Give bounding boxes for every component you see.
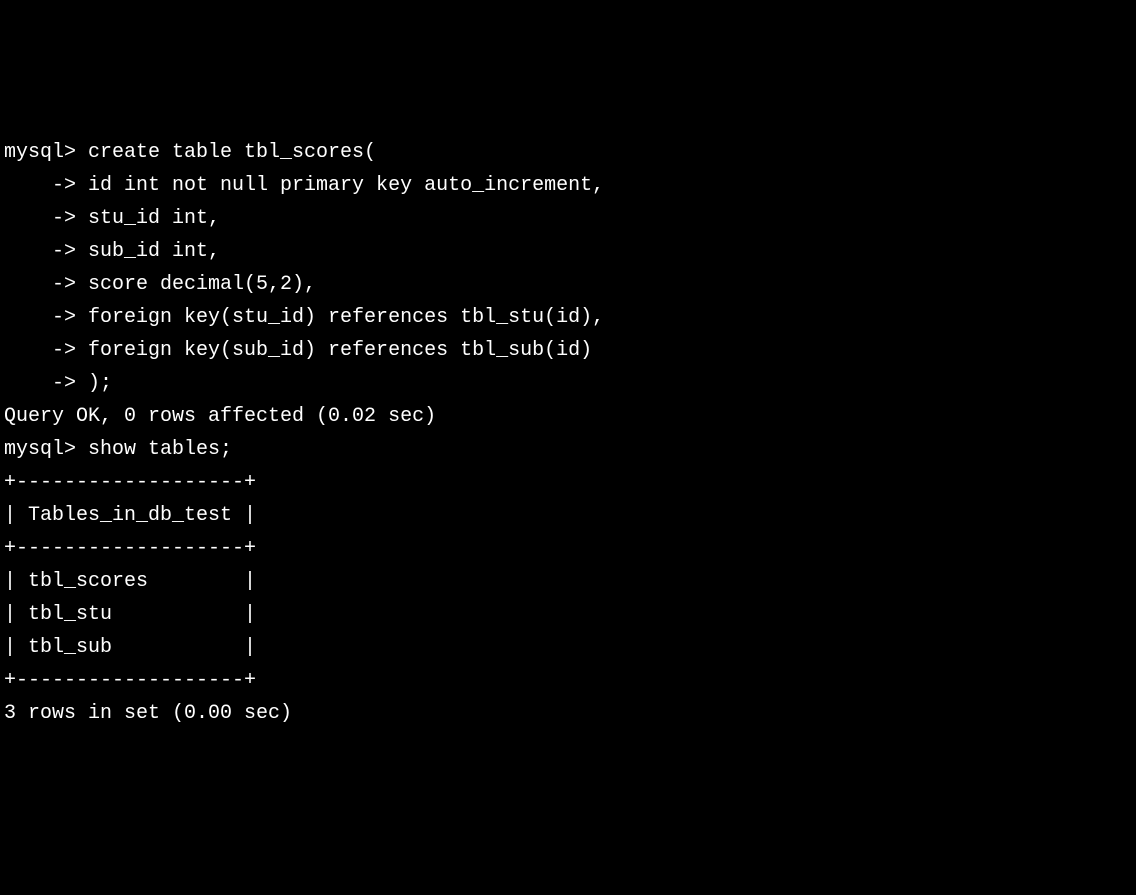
terminal-line: | tbl_stu |: [4, 598, 1132, 631]
terminal-line: 3 rows in set (0.00 sec): [4, 697, 1132, 730]
terminal-line: -> );: [4, 367, 1132, 400]
terminal-line: -> sub_id int,: [4, 235, 1132, 268]
terminal-line: | Tables_in_db_test |: [4, 499, 1132, 532]
terminal-line: -> score decimal(5,2),: [4, 268, 1132, 301]
terminal-line: | tbl_sub |: [4, 631, 1132, 664]
terminal-line: +-------------------+: [4, 532, 1132, 565]
terminal-output[interactable]: mysql> create table tbl_scores( -> id in…: [4, 136, 1132, 730]
terminal-line: -> id int not null primary key auto_incr…: [4, 169, 1132, 202]
terminal-line: mysql> show tables;: [4, 433, 1132, 466]
terminal-line: Query OK, 0 rows affected (0.02 sec): [4, 400, 1132, 433]
terminal-line: -> stu_id int,: [4, 202, 1132, 235]
terminal-line: mysql> create table tbl_scores(: [4, 136, 1132, 169]
terminal-line: +-------------------+: [4, 466, 1132, 499]
terminal-line: | tbl_scores |: [4, 565, 1132, 598]
terminal-line: +-------------------+: [4, 664, 1132, 697]
terminal-line: -> foreign key(sub_id) references tbl_su…: [4, 334, 1132, 367]
terminal-line: -> foreign key(stu_id) references tbl_st…: [4, 301, 1132, 334]
